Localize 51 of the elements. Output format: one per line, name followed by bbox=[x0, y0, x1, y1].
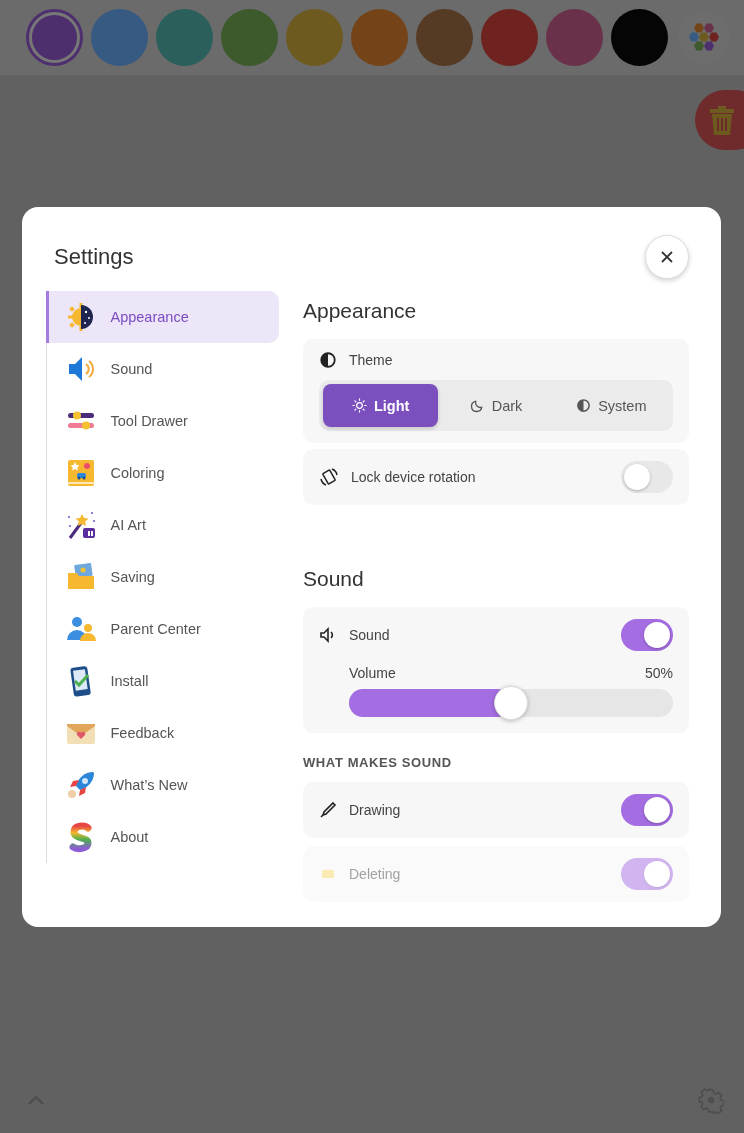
trash-icon bbox=[708, 103, 736, 137]
setting-label: Deleting bbox=[349, 866, 402, 882]
sidebar-item[interactable]: Coloring bbox=[45, 447, 279, 499]
theme-option[interactable]: Dark bbox=[438, 384, 554, 427]
setting-label: Lock device rotation bbox=[351, 469, 477, 485]
sidebar-item[interactable]: What’s New bbox=[45, 759, 279, 811]
color-swatch[interactable] bbox=[611, 9, 668, 66]
section-heading: Appearance bbox=[303, 299, 418, 323]
rotate-icon bbox=[319, 467, 339, 487]
setting-label: Sound bbox=[349, 627, 391, 643]
volume-reading: 50% bbox=[644, 665, 673, 681]
pen-icon bbox=[319, 801, 337, 819]
color-swatch[interactable] bbox=[26, 9, 83, 66]
toggle-switch[interactable] bbox=[621, 794, 673, 826]
color-swatch[interactable] bbox=[91, 9, 148, 66]
color-swatch[interactable] bbox=[156, 9, 213, 66]
close-button[interactable] bbox=[645, 235, 689, 279]
toggle-switch[interactable] bbox=[621, 858, 673, 890]
setting-label: Drawing bbox=[349, 802, 402, 818]
sidebar-item[interactable]: Tool Drawer bbox=[45, 395, 279, 447]
volume-slider[interactable] bbox=[349, 689, 673, 717]
color-swatch[interactable] bbox=[416, 9, 473, 66]
color-swatch[interactable] bbox=[546, 9, 603, 66]
sidebar-item[interactable]: Feedback bbox=[45, 707, 279, 759]
toggle-switch[interactable] bbox=[621, 461, 673, 493]
half-circle-icon bbox=[576, 398, 592, 413]
sidebar-item[interactable]: Appearance bbox=[45, 291, 279, 343]
dialog-title: Settings bbox=[54, 244, 134, 270]
half-circle-icon bbox=[319, 351, 337, 369]
color-swatch[interactable] bbox=[481, 9, 538, 66]
toggle-switch[interactable] bbox=[621, 619, 673, 651]
color-swatch[interactable] bbox=[221, 9, 278, 66]
trash-button[interactable] bbox=[695, 90, 744, 150]
color-swatch[interactable] bbox=[286, 9, 343, 66]
theme-option[interactable]: Light bbox=[323, 384, 439, 427]
slider-thumb[interactable] bbox=[494, 686, 528, 720]
sidebar-item[interactable]: Saving bbox=[45, 551, 279, 603]
theme-option[interactable]: System bbox=[553, 384, 669, 427]
sidebar-item[interactable]: Install bbox=[45, 655, 279, 707]
close-icon bbox=[660, 250, 674, 264]
sidebar-item[interactable]: Parent Center bbox=[45, 603, 279, 655]
setting-label: Theme bbox=[349, 352, 394, 368]
color-swatch[interactable] bbox=[351, 9, 408, 66]
subsection-heading: WHAT MAKES SOUND bbox=[303, 755, 453, 770]
sidebar-item[interactable]: Sound bbox=[45, 343, 279, 395]
sidebar-item[interactable]: About bbox=[45, 811, 279, 863]
volume-label: Volume bbox=[349, 665, 396, 681]
sun-icon bbox=[351, 398, 367, 413]
section-heading: Sound bbox=[303, 567, 365, 591]
sidebar-item[interactable]: AI Art bbox=[45, 499, 279, 551]
moon-icon bbox=[469, 398, 485, 413]
